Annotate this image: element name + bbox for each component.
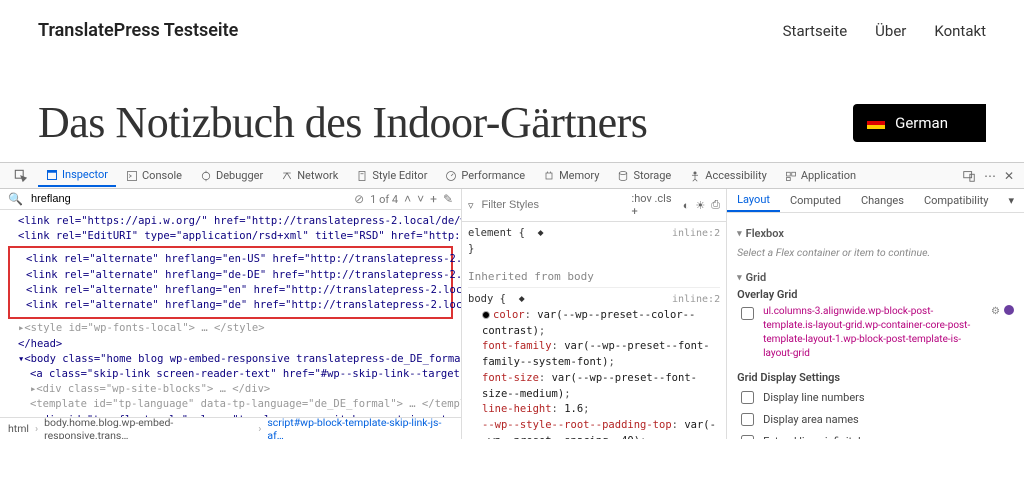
clear-search-icon[interactable]: ⊘ xyxy=(354,192,364,206)
more-icon[interactable]: ⋯ xyxy=(984,169,996,183)
nav-startseite[interactable]: Startseite xyxy=(783,22,848,40)
pseudo-classes[interactable]: :hov .cls + xyxy=(632,192,677,218)
section-flexbox[interactable]: Flexbox xyxy=(737,227,1014,240)
nav-ueber[interactable]: Über xyxy=(875,22,906,40)
picker-icon[interactable] xyxy=(6,165,36,187)
print-icon[interactable]: ⎙ xyxy=(711,198,720,212)
highlighted-hreflang-block: <link rel="alternate" hreflang="en-US" h… xyxy=(8,246,453,319)
main-nav: Startseite Über Kontakt xyxy=(783,22,986,40)
side-tab-layout[interactable]: Layout xyxy=(727,189,780,212)
search-icon: 🔍 xyxy=(8,192,23,206)
chk-line-numbers[interactable]: Display line numbers xyxy=(737,388,1014,407)
tab-accessibility[interactable]: Accessibility xyxy=(681,165,775,186)
tab-storage[interactable]: Storage xyxy=(609,165,679,186)
tab-memory[interactable]: Memory xyxy=(535,165,607,186)
filter-styles-input[interactable] xyxy=(480,198,626,212)
language-label: German xyxy=(895,114,948,132)
search-count: 1 of 4 xyxy=(370,193,398,206)
language-switcher[interactable]: German xyxy=(853,104,986,142)
add-icon[interactable]: + xyxy=(430,192,437,206)
tab-inspector[interactable]: Inspector xyxy=(38,164,116,187)
contrast-icon[interactable]: ☀ xyxy=(695,199,705,212)
tab-debugger[interactable]: Debugger xyxy=(192,165,271,186)
responsive-icon[interactable] xyxy=(962,169,976,183)
devtools: Inspector Console Debugger Network Style… xyxy=(0,162,1024,439)
html-tree[interactable]: <link rel="https://api.w.org/" href="htt… xyxy=(0,210,461,417)
html-search-input[interactable] xyxy=(29,192,348,206)
nav-kontakt[interactable]: Kontakt xyxy=(934,22,986,40)
side-tab-compat[interactable]: Compatibility xyxy=(914,190,999,211)
light-dark-icon[interactable]: ◐ xyxy=(683,199,690,212)
close-icon[interactable]: ✕ xyxy=(1004,169,1014,183)
breadcrumb[interactable]: html› body.home.blog.wp-embed-responsive… xyxy=(0,417,461,439)
page-heading: Das Notizbuch des Indoor-Gärtners xyxy=(38,97,647,148)
chk-area-names[interactable]: Display area names xyxy=(737,410,1014,429)
filter-icon: ▿ xyxy=(468,199,474,212)
grid-overlay-item[interactable]: ul.columns-3.alignwide.wp-block-post-tem… xyxy=(737,305,1014,361)
tab-application[interactable]: Application xyxy=(777,165,864,186)
section-grid[interactable]: Grid xyxy=(737,271,1014,284)
more-tabs-icon[interactable]: ▾ xyxy=(998,190,1024,211)
edit-icon[interactable]: ✎ xyxy=(443,192,453,206)
tab-performance[interactable]: Performance xyxy=(437,165,533,186)
tab-network[interactable]: Network xyxy=(273,165,346,186)
styles-pane[interactable]: element { 🞙inline:2 } Inherited from bod… xyxy=(462,222,726,439)
side-tab-changes[interactable]: Changes xyxy=(851,190,914,211)
side-tab-computed[interactable]: Computed xyxy=(780,190,851,211)
sidebar-tabs: Layout Computed Changes Compatibility ▾ xyxy=(727,189,1024,213)
flag-de-icon xyxy=(867,117,885,129)
site-title[interactable]: TranslatePress Testseite xyxy=(38,20,238,41)
devtools-tabs: Inspector Console Debugger Network Style… xyxy=(0,163,1024,189)
flexbox-hint: Select a Flex container or item to conti… xyxy=(737,244,1014,263)
chk-extend-lines[interactable]: Extend lines infinitely xyxy=(737,432,1014,439)
search-next-icon[interactable]: ˅ xyxy=(417,192,424,206)
gear-icon[interactable]: ⚙ xyxy=(991,305,1000,319)
search-prev-icon[interactable]: ˄ xyxy=(404,192,411,206)
tab-style-editor[interactable]: Style Editor xyxy=(348,165,435,186)
tab-console[interactable]: Console xyxy=(118,165,190,186)
